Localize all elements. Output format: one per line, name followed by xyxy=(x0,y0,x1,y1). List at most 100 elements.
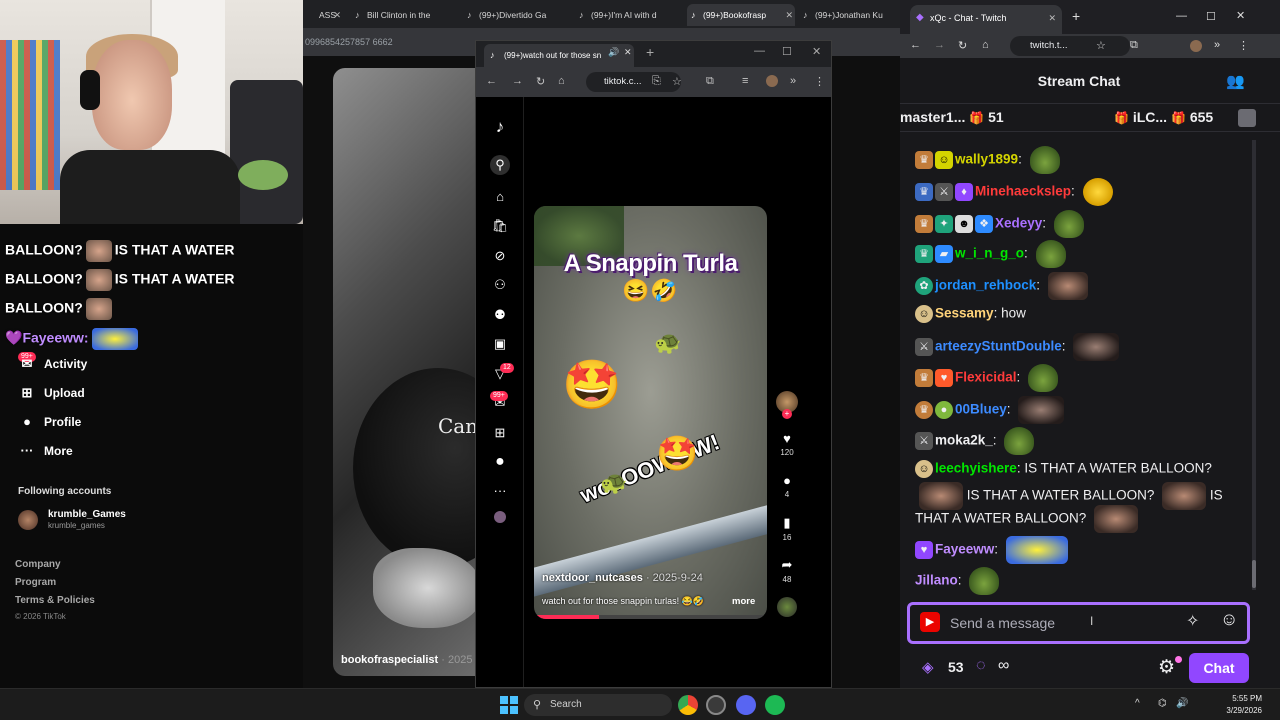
close-icon[interactable]: ✕ xyxy=(624,47,632,58)
new-tab-button[interactable]: + xyxy=(646,44,654,60)
channel-points-icon[interactable]: ◈ xyxy=(922,658,934,676)
menu-icon[interactable]: ⋮ xyxy=(1238,39,1249,52)
chat-username[interactable]: Sessamy xyxy=(935,306,994,321)
speaker-icon[interactable]: 🔊 xyxy=(608,47,619,58)
home-icon[interactable]: ⌂ xyxy=(490,189,510,204)
sparkle-icon[interactable]: ✧ xyxy=(1186,611,1199,631)
star-icon[interactable]: ☆ xyxy=(1096,39,1106,52)
chat-address-bar[interactable]: twitch.t... xyxy=(1010,36,1130,56)
search-icon[interactable]: ⚲ xyxy=(490,155,510,175)
reload-icon[interactable]: ↻ xyxy=(536,75,545,88)
more-icon[interactable]: ··· xyxy=(490,483,510,498)
following-account-name[interactable]: krumble_Games xyxy=(48,509,126,520)
reload-icon[interactable]: ↻ xyxy=(958,39,967,52)
close-icon[interactable]: ✕ xyxy=(785,4,793,26)
like-button[interactable]: ♥ 120 xyxy=(772,431,802,457)
sidebar-item-more[interactable]: ··· More xyxy=(18,443,73,458)
back-icon[interactable]: ← xyxy=(486,75,497,87)
home-icon[interactable]: ⌂ xyxy=(558,75,565,87)
chevron-right-icon[interactable]: » xyxy=(790,75,796,87)
background-video[interactable] xyxy=(333,68,481,676)
chat-tab[interactable]: ◆ xQc - Chat - Twitch ✕ xyxy=(910,5,1062,34)
following-account-handle[interactable]: krumble_games xyxy=(48,521,105,530)
shop-icon[interactable]: 🛍 xyxy=(490,218,510,234)
upload-icon[interactable]: ⊞ xyxy=(490,425,510,441)
new-tab-button[interactable]: + xyxy=(1072,8,1080,24)
tab-1[interactable]: ♪ Bill Clinton in the xyxy=(351,4,459,26)
chat-username[interactable]: jordan_rehbock xyxy=(935,278,1036,293)
bookmark-button[interactable]: ▮ 16 xyxy=(772,515,802,542)
comment-button[interactable]: ● 4 xyxy=(772,473,802,499)
volume-icon[interactable]: 🔊 xyxy=(1176,698,1188,709)
chat-message-input[interactable] xyxy=(950,611,1170,635)
footer-link-program[interactable]: Program xyxy=(15,577,56,588)
close-icon[interactable]: ✕ xyxy=(333,4,341,26)
avatar[interactable] xyxy=(1190,40,1202,52)
follow-plus-icon[interactable]: + xyxy=(782,409,792,419)
sound-disc[interactable] xyxy=(772,597,802,617)
explore-icon[interactable]: ⊘ xyxy=(490,248,510,264)
gear-icon[interactable]: ⚙ xyxy=(1158,656,1175,679)
chat-username[interactable]: w_i_n_g_o xyxy=(955,246,1024,261)
install-icon[interactable]: ⎘ xyxy=(652,75,661,88)
network-icon[interactable]: ⌬ xyxy=(1158,698,1167,709)
minimize-icon[interactable]: — xyxy=(754,45,765,57)
chat-username[interactable]: wally1899 xyxy=(955,152,1018,167)
minimize-icon[interactable]: — xyxy=(1176,10,1187,22)
chat-username[interactable]: Fayeeww xyxy=(935,542,994,557)
extensions-icon[interactable]: ⧉ xyxy=(706,75,714,88)
popup-address-bar[interactable]: tiktok.c... xyxy=(586,72,681,92)
media-icon[interactable]: ≡ xyxy=(742,75,748,87)
following-icon[interactable]: ⚇ xyxy=(490,277,510,293)
chat-username[interactable]: Jillano xyxy=(915,573,958,588)
close-icon[interactable]: ✕ xyxy=(1048,5,1056,31)
chat-username[interactable]: arteezyStuntDouble xyxy=(935,339,1062,354)
chat-username[interactable]: moka2k_ xyxy=(935,433,993,448)
video-progress-bar[interactable] xyxy=(534,615,767,619)
spotify-icon[interactable] xyxy=(765,695,785,715)
chat-input-box[interactable]: ▶ I ✧ ☺ xyxy=(907,602,1250,644)
chat-username[interactable]: Flexicidal xyxy=(955,370,1017,385)
tray-chevron-icon[interactable]: ^ xyxy=(1135,698,1140,709)
chrome-icon[interactable] xyxy=(678,695,698,715)
sidebar-item-upload[interactable]: ⊞ Upload xyxy=(18,385,85,401)
chat-scrollbar[interactable] xyxy=(1252,140,1256,590)
forward-icon[interactable]: → xyxy=(934,39,945,51)
profile-icon[interactable]: ● xyxy=(490,453,510,471)
sidebar-item-activity[interactable]: ✉ Activity xyxy=(18,356,88,372)
tab-3[interactable]: ♪ (99+)I'm AI with d xyxy=(575,4,683,26)
chat-send-button[interactable]: Chat xyxy=(1189,653,1249,683)
chat-username[interactable]: leechyishere xyxy=(935,461,1017,476)
home-icon[interactable]: ⌂ xyxy=(982,39,989,51)
star-icon[interactable]: ☆ xyxy=(672,75,682,88)
chevron-right-icon[interactable]: » xyxy=(1214,39,1220,51)
share-button[interactable]: ➦ 48 xyxy=(772,557,802,584)
close-window-icon[interactable]: ✕ xyxy=(1236,9,1245,22)
gift-leaderboard[interactable]: master1... 🎁 51 🎁 iLC... 🎁 655 xyxy=(900,104,1280,132)
users-icon[interactable]: 👥 xyxy=(1226,72,1245,90)
footer-link-terms[interactable]: Terms & Policies xyxy=(15,595,95,606)
tab-2[interactable]: ♪ (99+)Divertido Ga xyxy=(463,4,571,26)
live-icon[interactable]: ▣ xyxy=(490,336,510,352)
chat-scrollbar-thumb[interactable] xyxy=(1252,560,1256,588)
start-button[interactable] xyxy=(500,696,518,714)
extensions-icon[interactable]: ⧉ xyxy=(1130,39,1138,52)
tab-5[interactable]: ♪ (99+)Jonathan Ku xyxy=(799,4,895,26)
obs-icon[interactable] xyxy=(706,695,726,715)
tab-0[interactable]: ASS ✕ xyxy=(303,4,343,26)
taskbar-clock[interactable]: 5:55 PM 3/29/2026 xyxy=(1212,693,1262,717)
maximize-icon[interactable]: ☐ xyxy=(1206,10,1216,23)
tiktok-logo-icon[interactable]: ♪ xyxy=(490,117,510,137)
avatar[interactable] xyxy=(766,75,778,87)
avatar[interactable] xyxy=(18,510,38,530)
chat-username[interactable]: Minehaeckslер xyxy=(975,184,1071,199)
menu-icon[interactable]: ⋮ xyxy=(814,75,825,88)
avatar[interactable] xyxy=(494,511,506,523)
video-author[interactable]: nextdoor_nutcases · 2025-9-24 xyxy=(542,572,703,584)
chat-username[interactable]: Xedeyy xyxy=(995,216,1042,231)
close-window-icon[interactable]: ✕ xyxy=(812,45,821,58)
tab-4[interactable]: ♪ (99+)Bookofrasp ✕ xyxy=(687,4,795,26)
back-icon[interactable]: ← xyxy=(910,39,921,51)
footer-link-company[interactable]: Company xyxy=(15,559,61,570)
tiktok-video-player[interactable]: A Snappin Turla 😆 🤣 🐢 🤩 wooOOWWW! 🤩 🐢 ne… xyxy=(534,206,767,619)
